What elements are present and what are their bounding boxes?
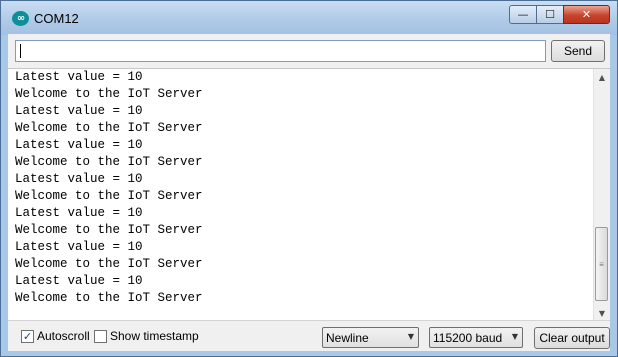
chevron-down-icon[interactable]: ▼	[594, 305, 610, 321]
output-line: Latest value = 10	[15, 70, 143, 84]
line-ending-value: Newline	[326, 331, 369, 345]
output-line: Latest value = 10	[15, 104, 143, 118]
maximize-button[interactable]: ☐	[536, 5, 564, 24]
output-line: Welcome to the IoT Server	[15, 257, 203, 271]
output-line: Welcome to the IoT Server	[15, 155, 203, 169]
output-line: Welcome to the IoT Server	[15, 223, 203, 237]
output-line: Welcome to the IoT Server	[15, 291, 203, 305]
baud-rate-value: 115200 baud	[433, 331, 503, 345]
output-line: Welcome to the IoT Server	[15, 121, 203, 135]
output-line: Welcome to the IoT Server	[15, 189, 203, 203]
title-bar[interactable]: ∞ COM12 — ☐ ✕	[1, 1, 617, 35]
minimize-button[interactable]: —	[509, 5, 537, 24]
scrollbar-thumb[interactable]: ≡	[595, 227, 608, 301]
chevron-down-icon: ▼	[511, 332, 518, 341]
send-button[interactable]: Send	[551, 40, 605, 62]
input-bar: Send	[8, 34, 610, 68]
status-bar: ✓ Autoscroll Show timestamp Newline ▼ 11…	[8, 320, 610, 351]
serial-output-area[interactable]: Latest value = 10 Welcome to the IoT Serv…	[8, 68, 610, 321]
chevron-up-icon[interactable]: ▲	[594, 69, 610, 85]
serial-monitor-window: ∞ COM12 — ☐ ✕ Send Latest value = 10 Welc…	[0, 0, 618, 357]
show-timestamp-label[interactable]: Show timestamp	[110, 329, 199, 343]
vertical-scrollbar[interactable]: ▲ ≡ ▼	[593, 69, 610, 321]
serial-input-field[interactable]	[15, 40, 546, 62]
output-lines: Latest value = 10 Welcome to the IoT Serv…	[15, 69, 203, 307]
close-button[interactable]: ✕	[563, 5, 610, 24]
window-title: COM12	[34, 11, 79, 26]
output-line: Latest value = 10	[15, 240, 143, 254]
client-area: Send Latest value = 10 Welcome to the IoT…	[8, 34, 610, 351]
output-line: Latest value = 10	[15, 172, 143, 186]
clear-output-button[interactable]: Clear output	[534, 327, 610, 349]
chevron-down-icon: ▼	[407, 332, 414, 341]
output-line: Welcome to the IoT Server	[15, 87, 203, 101]
output-line: Latest value = 10	[15, 206, 143, 220]
text-caret	[20, 44, 21, 58]
maximize-icon: ☐	[545, 8, 555, 21]
output-line: Latest value = 10	[15, 138, 143, 152]
line-ending-select[interactable]: Newline ▼	[322, 327, 419, 348]
minimize-icon: —	[517, 8, 529, 21]
show-timestamp-checkbox[interactable]	[94, 330, 107, 343]
arduino-icon: ∞	[12, 11, 29, 26]
autoscroll-label[interactable]: Autoscroll	[37, 329, 90, 343]
autoscroll-checkbox[interactable]: ✓	[21, 330, 34, 343]
baud-rate-select[interactable]: 115200 baud ▼	[429, 327, 523, 348]
close-icon: ✕	[581, 8, 592, 21]
output-line: Latest value = 10	[15, 274, 143, 288]
